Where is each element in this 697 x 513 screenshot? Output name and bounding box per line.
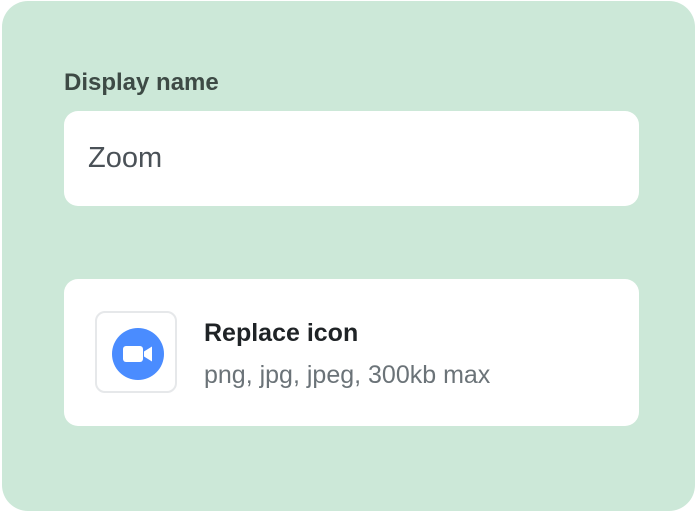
- zoom-camera-icon: [112, 328, 164, 380]
- display-name-input[interactable]: [64, 111, 639, 206]
- display-name-label: Display name: [64, 69, 219, 96]
- settings-panel: Display name Replace icon png, jpg, jpeg…: [2, 1, 695, 511]
- file-type-hint: png, jpg, jpeg, 300kb max: [204, 361, 491, 389]
- icon-preview: [95, 311, 177, 393]
- replace-icon-button[interactable]: Replace icon png, jpg, jpeg, 300kb max: [64, 279, 639, 426]
- replace-icon-title: Replace icon: [204, 319, 359, 347]
